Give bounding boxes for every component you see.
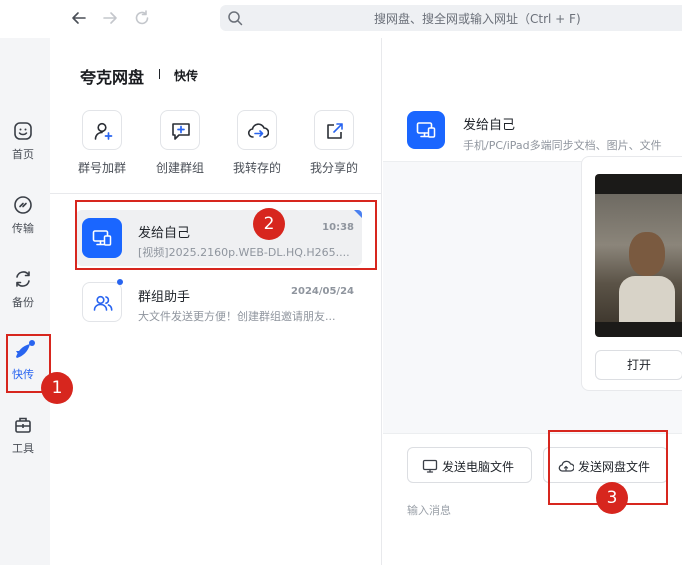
transfer-icon: [14, 196, 32, 214]
video-thumbnail[interactable]: [595, 174, 682, 337]
message-input[interactable]: 输入消息: [407, 502, 451, 518]
search-bar[interactable]: 搜网盘、搜全网或输入网址（Ctrl + F): [220, 5, 682, 31]
open-button[interactable]: 打开: [595, 350, 682, 380]
monitor-icon: [422, 459, 438, 473]
annotation-badge-1: 1: [41, 372, 73, 404]
chat-avatar: [407, 111, 445, 149]
avatar: [82, 282, 122, 322]
backup-icon: [16, 271, 30, 287]
devices-icon: [416, 122, 436, 138]
sidebar-item-transfer[interactable]: 传输: [0, 194, 46, 244]
divider: [50, 193, 381, 194]
conversation-item-group-assistant[interactable]: 群组助手 2024/05/24 大文件发送更方便！创建群组邀请朋友...: [76, 274, 362, 330]
sidebar-item-backup[interactable]: 备份: [0, 268, 46, 318]
sidebar-item-label: 备份: [12, 296, 34, 309]
my-saved-button[interactable]: 我转存的: [219, 110, 295, 180]
left-sidebar: 首页 传输 备份 快传 工具: [0, 38, 50, 565]
toolbox-icon: [15, 417, 31, 433]
send-pc-file-button[interactable]: 发送电脑文件: [407, 447, 532, 483]
sidebar-item-tools[interactable]: 工具: [0, 414, 46, 464]
action-label: 我转存的: [232, 161, 281, 175]
chat-title: 发给自己: [463, 118, 516, 133]
add-chat-icon: [172, 123, 190, 140]
action-box: [160, 110, 200, 150]
smile-icon: [14, 122, 32, 140]
refresh-icon[interactable]: [133, 9, 151, 27]
message-list[interactable]: 打开: [383, 156, 682, 434]
sidebar-item-home[interactable]: 首页: [0, 120, 46, 170]
action-box: [237, 110, 277, 150]
video-figure-body: [619, 276, 675, 322]
chat-description: 手机/PC/iPad多端同步文档、图片、文件: [463, 139, 662, 152]
app-title: 夸克网盘: [80, 68, 145, 87]
sidebar-item-label: 传输: [12, 222, 34, 235]
action-box: [82, 110, 122, 150]
sidebar-item-label: 首页: [12, 148, 34, 161]
top-bar: 搜网盘、搜全网或输入网址（Ctrl + F): [0, 0, 682, 38]
annotation-box-2: [75, 200, 377, 270]
conversation-name: 群组助手: [138, 290, 191, 305]
group-icon: [93, 295, 113, 311]
back-arrow-icon[interactable]: [70, 9, 88, 27]
sidebar-item-label: 工具: [12, 442, 34, 455]
my-shared-button[interactable]: 我分享的: [296, 110, 372, 180]
search-placeholder: 搜网盘、搜全网或输入网址（Ctrl + F): [374, 12, 581, 26]
forward-arrow-icon[interactable]: [101, 9, 119, 27]
action-label: 我分享的: [309, 161, 358, 175]
action-label: 群号加群: [77, 161, 126, 175]
button-label: 发送电脑文件: [442, 460, 515, 474]
page-title: 快传: [174, 69, 199, 83]
cloud-transfer-icon: [247, 123, 269, 138]
video-message[interactable]: 打开: [581, 156, 682, 391]
unread-dot: [117, 279, 123, 285]
join-group-button[interactable]: 群号加群: [64, 110, 140, 180]
annotation-badge-3: 3: [596, 482, 628, 514]
title-separator: [159, 69, 160, 79]
conversation-preview: 大文件发送更方便！创建群组邀请朋友...: [138, 310, 336, 323]
search-icon: [228, 11, 243, 26]
video-figure: [629, 232, 665, 276]
create-group-button[interactable]: 创建群组: [142, 110, 218, 180]
action-box: [314, 110, 354, 150]
action-label: 创建群组: [155, 161, 204, 175]
conversation-panel: 夸克网盘 快传 群号加群 创建群组 我转存的 我分享的 发给自己 10:38 […: [50, 38, 382, 565]
add-person-icon: [94, 122, 113, 140]
video-frame: [595, 194, 682, 322]
conversation-time: 2024/05/24: [291, 286, 354, 297]
annotation-badge-2: 2: [253, 208, 285, 240]
share-icon: [327, 123, 343, 139]
